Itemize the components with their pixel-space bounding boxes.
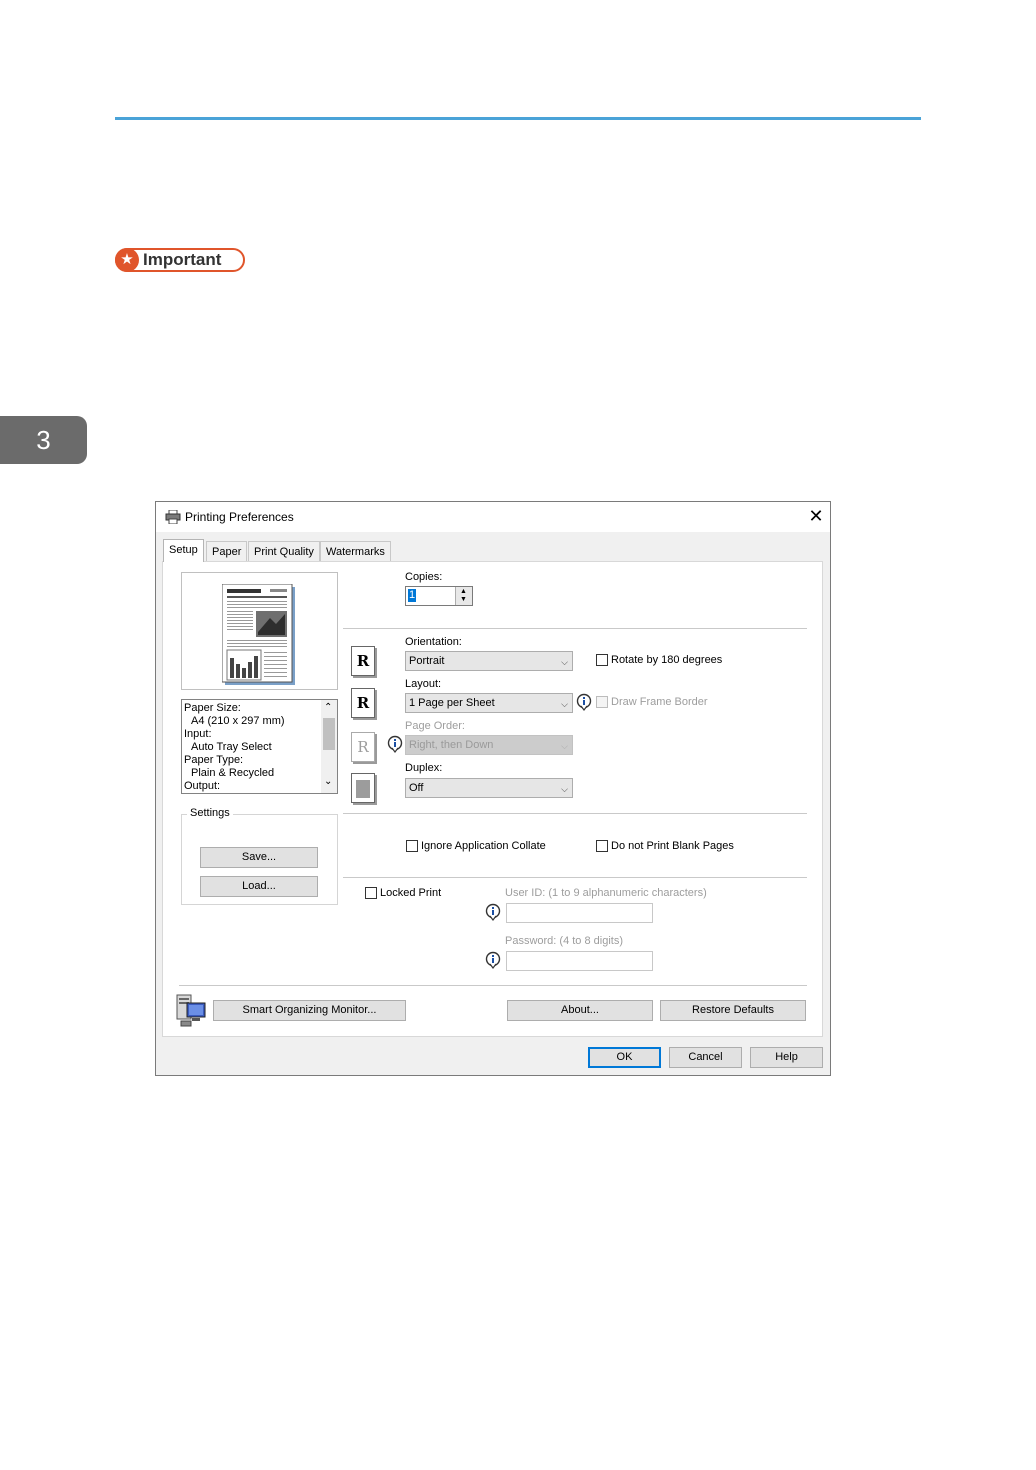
chevron-down-icon: ⌵ bbox=[561, 741, 568, 751]
divider bbox=[343, 628, 807, 629]
chevron-down-icon: ⌵ bbox=[561, 699, 568, 709]
settings-summary-list[interactable]: Paper Size: A4 (210 x 297 mm) Input: Aut… bbox=[181, 699, 338, 794]
document-preview bbox=[181, 572, 338, 690]
scroll-up-icon[interactable]: ⌃ bbox=[324, 702, 332, 713]
info-icon[interactable] bbox=[387, 735, 403, 753]
ignore-collate-label: Ignore Application Collate bbox=[421, 840, 546, 852]
duplex-select[interactable]: Off ⌵ bbox=[405, 778, 573, 798]
chevron-down-icon: ⌵ bbox=[561, 657, 568, 667]
tab-setup[interactable]: Setup bbox=[163, 539, 204, 562]
header-rule bbox=[115, 117, 921, 120]
smart-monitor-icon bbox=[176, 994, 206, 1027]
load-button[interactable]: Load... bbox=[200, 876, 318, 897]
info-icon[interactable] bbox=[485, 951, 501, 969]
important-badge: ★ Important bbox=[115, 248, 245, 272]
orientation-label: Orientation: bbox=[405, 636, 462, 648]
tab-print-quality[interactable]: Print Quality bbox=[248, 541, 320, 561]
close-button[interactable]: ✕ bbox=[805, 505, 827, 527]
scroll-down-icon[interactable]: ⌄ bbox=[324, 776, 332, 787]
password-input[interactable] bbox=[506, 951, 653, 971]
duplex-label: Duplex: bbox=[405, 762, 443, 774]
setup-panel: Paper Size: A4 (210 x 297 mm) Input: Aut… bbox=[162, 561, 823, 1037]
user-id-input[interactable] bbox=[506, 903, 653, 923]
layout-icon: R bbox=[351, 688, 375, 718]
title-bar: Printing Preferences ✕ bbox=[156, 502, 830, 532]
orientation-value: Portrait bbox=[409, 655, 445, 667]
chevron-down-icon: ⌵ bbox=[561, 784, 568, 794]
user-id-label: User ID: (1 to 9 alphanumeric characters… bbox=[505, 887, 707, 899]
rotate-checkbox[interactable] bbox=[596, 654, 608, 666]
copies-value[interactable]: 1 bbox=[408, 589, 417, 602]
copies-stepper[interactable]: ▲ ▼ bbox=[455, 587, 472, 605]
portrait-orientation-icon: R bbox=[351, 646, 375, 676]
ok-button[interactable]: OK bbox=[588, 1047, 661, 1068]
summary-line: A4 (210 x 297 mm) bbox=[191, 715, 285, 727]
printing-preferences-dialog: Printing Preferences ✕ Setup Paper Print… bbox=[155, 501, 831, 1076]
locked-print-checkbox[interactable] bbox=[365, 887, 377, 899]
summary-scrollbar[interactable]: ⌃ ⌄ bbox=[321, 700, 337, 793]
divider bbox=[343, 813, 807, 814]
blank-pages-label: Do not Print Blank Pages bbox=[611, 840, 734, 852]
important-label: Important bbox=[143, 250, 222, 269]
duplex-value: Off bbox=[409, 782, 424, 794]
cancel-button[interactable]: Cancel bbox=[669, 1047, 742, 1068]
info-icon[interactable] bbox=[485, 903, 501, 921]
spin-up-icon[interactable]: ▲ bbox=[460, 588, 467, 595]
page-order-value: Right, then Down bbox=[409, 739, 494, 751]
printer-icon bbox=[165, 510, 181, 524]
duplex-icon bbox=[351, 773, 375, 803]
tab-watermarks[interactable]: Watermarks bbox=[320, 541, 391, 561]
summary-line: Paper Type: bbox=[184, 754, 244, 766]
ignore-collate-checkbox[interactable] bbox=[406, 840, 418, 852]
duplex-page-shape bbox=[356, 780, 370, 798]
copies-spinner[interactable]: 1 ▲ ▼ bbox=[405, 586, 473, 606]
divider bbox=[343, 877, 807, 878]
divider bbox=[179, 985, 807, 986]
spin-down-icon[interactable]: ▼ bbox=[460, 596, 467, 603]
summary-text: Paper Size: A4 (210 x 297 mm) Input: Aut… bbox=[184, 702, 285, 793]
page-order-icon: R bbox=[351, 732, 375, 762]
settings-group-label: Settings bbox=[187, 807, 233, 819]
summary-line: Auto Tray Select bbox=[191, 741, 272, 753]
orientation-select[interactable]: Portrait ⌵ bbox=[405, 651, 573, 671]
layout-select[interactable]: 1 Page per Sheet ⌵ bbox=[405, 693, 573, 713]
password-label: Password: (4 to 8 digits) bbox=[505, 935, 623, 947]
rotate-label: Rotate by 180 degrees bbox=[611, 654, 723, 666]
summary-line: Output: bbox=[184, 780, 221, 792]
summary-line: Input: bbox=[184, 728, 212, 740]
summary-line: Plain & Recycled bbox=[191, 767, 275, 779]
tab-paper[interactable]: Paper bbox=[206, 541, 248, 561]
info-icon[interactable] bbox=[576, 693, 592, 711]
smart-organizing-monitor-button[interactable]: Smart Organizing Monitor... bbox=[213, 1000, 406, 1021]
dialog-title: Printing Preferences bbox=[185, 510, 294, 524]
star-icon: ★ bbox=[115, 248, 139, 272]
restore-defaults-button[interactable]: Restore Defaults bbox=[660, 1000, 806, 1021]
layout-value: 1 Page per Sheet bbox=[409, 697, 495, 709]
help-button[interactable]: Help bbox=[750, 1047, 823, 1068]
scroll-thumb[interactable] bbox=[323, 718, 335, 750]
page-order-label: Page Order: bbox=[405, 720, 465, 732]
draw-frame-label: Draw Frame Border bbox=[611, 696, 708, 708]
about-button[interactable]: About... bbox=[507, 1000, 653, 1021]
blank-pages-checkbox[interactable] bbox=[596, 840, 608, 852]
summary-line: Paper Size: bbox=[184, 702, 241, 714]
layout-label: Layout: bbox=[405, 678, 442, 690]
save-button[interactable]: Save... bbox=[200, 847, 318, 868]
locked-print-label: Locked Print bbox=[380, 887, 442, 899]
newspaper-preview-icon bbox=[222, 584, 295, 685]
chapter-tab: 3 bbox=[0, 416, 87, 464]
copies-label: Copies: bbox=[405, 571, 443, 583]
page-order-select[interactable]: Right, then Down ⌵ bbox=[405, 735, 573, 755]
draw-frame-checkbox[interactable] bbox=[596, 696, 608, 708]
